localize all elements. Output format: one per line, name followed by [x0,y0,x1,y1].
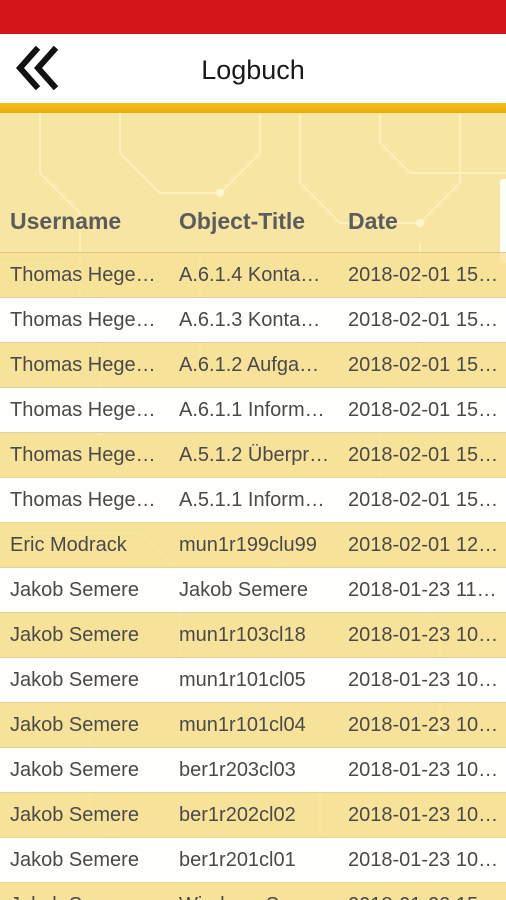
cell-date: 2018-01-23 10… [348,713,499,736]
logbook-table: Username Object-Title Date Thomas Hege… A… [0,191,506,900]
cell-username: Thomas Hege… [10,398,156,421]
cell-username: Thomas Hege… [10,263,156,286]
table-row[interactable]: Eric Modrack mun1r199clu99 2018-02-01 12… [0,523,506,568]
cell-username: Jakob Semere [10,758,139,781]
cell-object-title: Windows Serv… [169,894,338,900]
cell-object-title: A.6.1.1 Inform… [179,398,325,421]
cell-object-title: mun1r199clu99 [179,533,317,556]
table-body: Thomas Hege… A.6.1.4 Konta… 2018-02-01 15…… [0,253,506,900]
page-title: Logbuch [201,55,305,85]
cell-date: 2018-02-01 15… [348,488,499,511]
cell-object-title: A.5.1.2 Überpr… [179,443,330,466]
table-row[interactable]: Jakob Semere mun1r103cl18 2018-01-23 10… [0,613,506,658]
cell-object-title: mun1r101cl04 [179,713,306,736]
cell-object-title: A.6.1.3 Konta… [179,308,321,331]
cell-date: 2018-02-01 15… [348,443,499,466]
app-header: Logbuch [0,34,506,106]
table-row[interactable]: Jakob Semere Jakob Semere 2018-01-23 11… [0,568,506,613]
cell-username: Jakob Semere [0,894,169,900]
table-row[interactable]: Thomas Hege… A.6.1.2 Aufga… 2018-02-01 15… [0,343,506,388]
cell-username: Thomas Hege… [10,488,156,511]
cell-object-title: ber1r203cl03 [179,758,296,781]
cell-object-title: A.6.1.2 Aufga… [179,353,320,376]
cell-object-title: A.5.1.1 Inform… [179,488,325,511]
cell-date: 2018-02-01 12… [348,533,499,556]
cell-object-title: mun1r103cl18 [179,623,306,646]
header-accent-bar [0,103,506,113]
cell-username: Jakob Semere [10,848,139,871]
cell-date: 2018-02-01 15… [348,353,499,376]
cell-username: Thomas Hege… [10,443,156,466]
table-row[interactable]: Jakob Semere mun1r101cl04 2018-01-23 10… [0,703,506,748]
table-row[interactable]: Thomas Hege… A.6.1.4 Konta… 2018-02-01 15… [0,253,506,298]
table-row[interactable]: Jakob Semere mun1r101cl05 2018-01-23 10… [0,658,506,703]
cell-username: Eric Modrack [10,533,127,556]
cell-username: Jakob Semere [10,578,139,601]
cell-username: Thomas Hege… [10,353,156,376]
cell-date: 2018-01-23 10… [348,668,499,691]
cell-object-title: ber1r202cl02 [179,803,296,826]
cell-date: 2018-01-23 11… [348,578,497,601]
logbook-content: Username Object-Title Date Thomas Hege… A… [0,113,506,900]
cell-object-title: A.6.1.4 Konta… [179,263,321,286]
cell-username: Jakob Semere [10,623,139,646]
column-header-date[interactable]: Date [338,208,506,235]
cell-date: 2018-01-22 15… [338,894,506,900]
back-button[interactable] [10,45,64,95]
table-row[interactable]: Jakob SemereWindows Serv…2018-01-22 15… [0,883,506,900]
table-row[interactable]: Thomas Hege… A.6.1.3 Konta… 2018-02-01 15… [0,298,506,343]
cell-date: 2018-01-23 10… [348,623,499,646]
cell-username: Jakob Semere [10,713,139,736]
cell-date: 2018-01-23 10… [348,803,499,826]
double-chevron-left-icon [14,45,60,95]
status-bar [0,0,506,34]
cell-username: Jakob Semere [10,668,139,691]
cell-date: 2018-02-01 15… [348,398,499,421]
table-row[interactable]: Thomas Hege… A.5.1.2 Überpr… 2018-02-01 15… [0,433,506,478]
cell-date: 2018-02-01 15… [348,308,499,331]
table-header: Username Object-Title Date [0,191,506,253]
table-row[interactable]: Jakob Semere ber1r203cl03 2018-01-23 10… [0,748,506,793]
table-row[interactable]: Jakob Semere ber1r201cl01 2018-01-23 10… [0,838,506,883]
cell-date: 2018-01-23 10… [348,758,499,781]
column-header-object-title[interactable]: Object-Title [169,208,338,235]
cell-date: 2018-01-23 10… [348,848,499,871]
cell-object-title: ber1r201cl01 [179,848,296,871]
cell-object-title: mun1r101cl05 [179,668,306,691]
cell-date: 2018-02-01 15… [348,263,499,286]
column-header-username[interactable]: Username [0,208,169,235]
cell-object-title: Jakob Semere [179,578,308,601]
cell-username: Thomas Hege… [10,308,156,331]
table-row[interactable]: Thomas Hege… A.5.1.1 Inform… 2018-02-01 15… [0,478,506,523]
cell-username: Jakob Semere [10,803,139,826]
table-row[interactable]: Jakob Semere ber1r202cl02 2018-01-23 10… [0,793,506,838]
table-row[interactable]: Thomas Hege… A.6.1.1 Inform… 2018-02-01 15… [0,388,506,433]
